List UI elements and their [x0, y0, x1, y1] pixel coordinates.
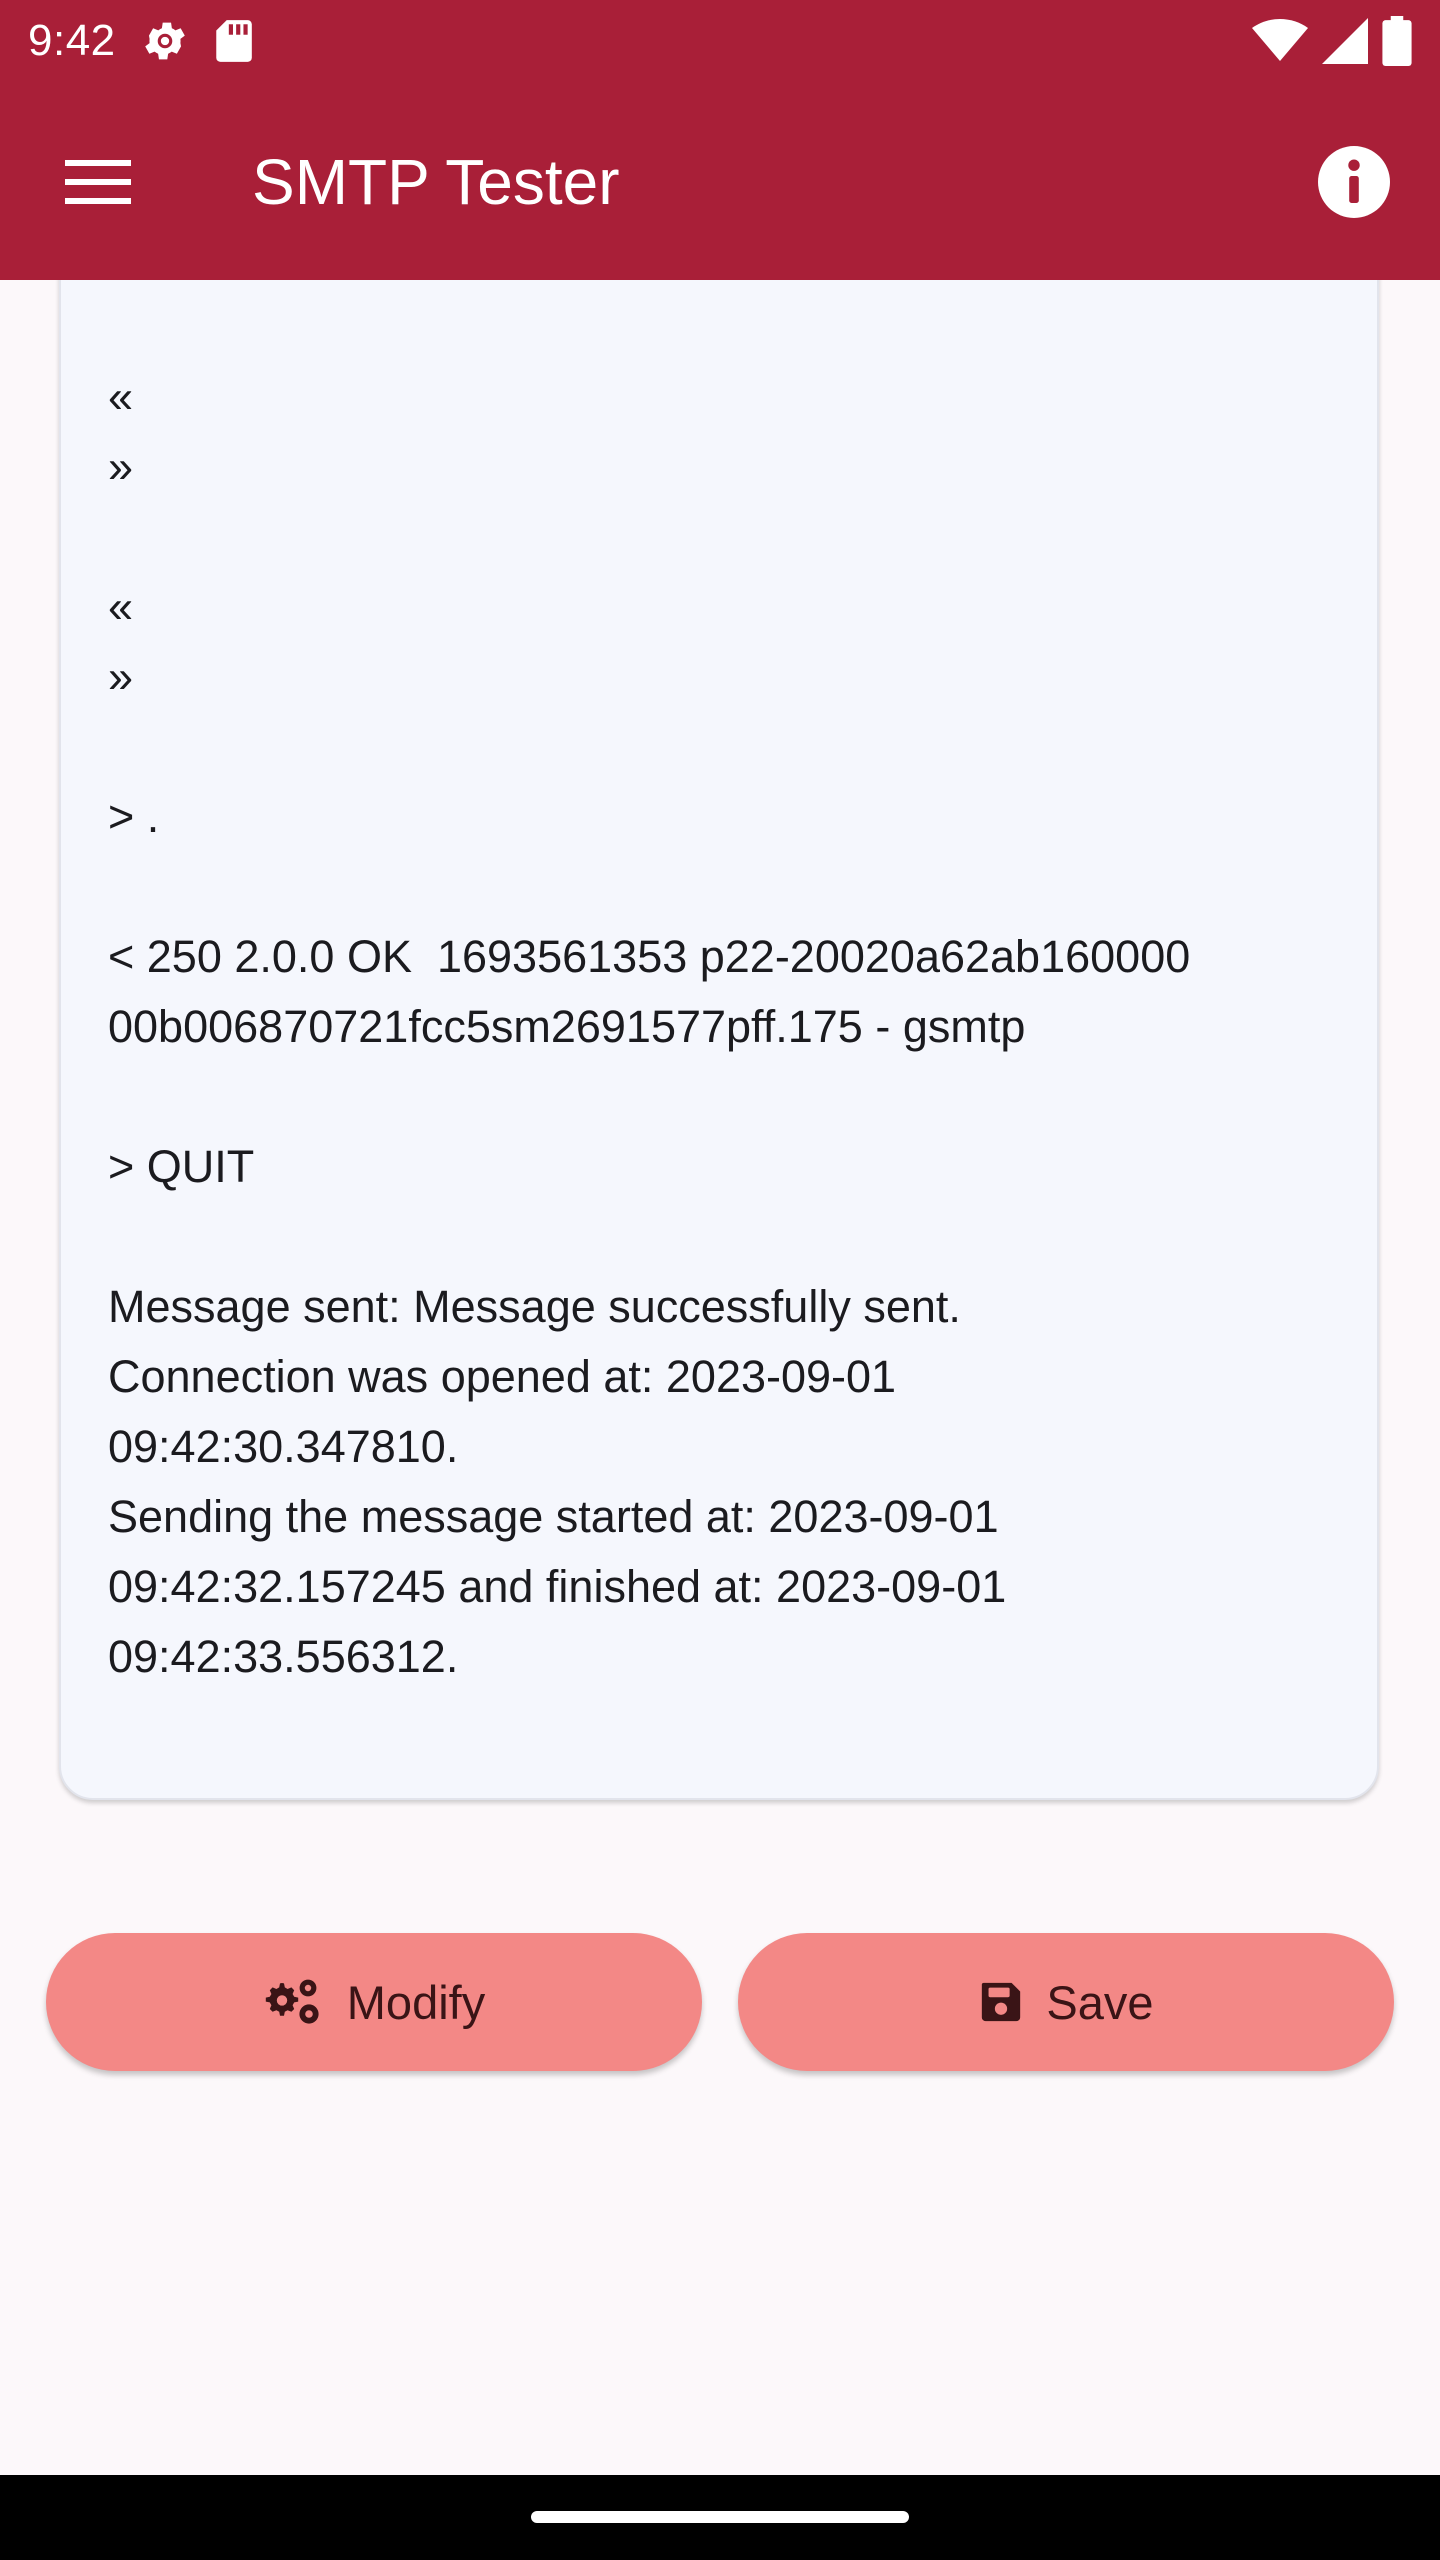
sd-card-icon [212, 18, 254, 69]
floppy-disk-icon [982, 1982, 1021, 2022]
save-button[interactable]: Save [738, 1933, 1394, 2071]
hamburger-menu-icon [65, 160, 131, 204]
modify-label: Modify [346, 1975, 486, 2029]
save-label: Save [1046, 1975, 1154, 2029]
battery-icon [1382, 16, 1412, 71]
smtp-tester-screen: 9:42 SMTP Tester « » « » > . < 250 2.0.0… [0, 0, 1440, 2560]
menu-button[interactable] [46, 130, 150, 234]
smtp-log-card: « » « » > . < 250 2.0.0 OK 1693561353 p2… [59, 240, 1379, 1800]
info-button[interactable] [1308, 136, 1400, 228]
settings-gear-icon [140, 16, 190, 71]
home-gesture-handle[interactable] [531, 2511, 909, 2523]
status-time: 9:42 [28, 16, 116, 65]
system-navigation-bar [0, 2475, 1440, 2560]
app-bar: SMTP Tester [0, 82, 1440, 280]
wifi-icon [1252, 18, 1308, 69]
info-icon [1318, 146, 1390, 218]
status-left-icons [140, 16, 254, 71]
status-bar: 9:42 [0, 0, 1440, 82]
app-title: SMTP Tester [252, 146, 620, 218]
cellular-signal-icon [1322, 18, 1368, 69]
gears-icon [265, 1979, 319, 2024]
modify-button[interactable]: Modify [46, 1933, 702, 2071]
smtp-log-text: « » « » > . < 250 2.0.0 OK 1693561353 p2… [108, 371, 1191, 1682]
status-right-icons [1252, 16, 1412, 71]
